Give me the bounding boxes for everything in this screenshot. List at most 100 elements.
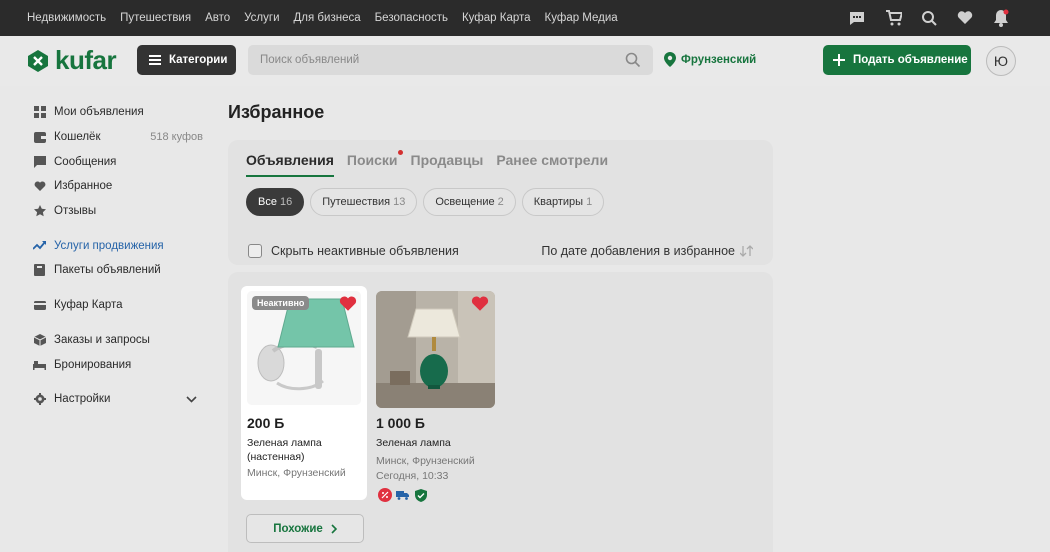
chip-lighting[interactable]: Освещение 2 (423, 188, 516, 216)
chip-apartments[interactable]: Квартиры 1 (521, 188, 605, 216)
sidebar-item-favorites[interactable]: Избранное (33, 174, 203, 199)
chip-count: 2 (497, 196, 504, 208)
inactive-badge: Неактивно (252, 296, 310, 310)
sidebar-item-wallet[interactable]: Кошелёк 518 куфов (33, 125, 203, 150)
location-pin-icon (664, 52, 676, 67)
sidebar-item-settings[interactable]: Настройки (33, 387, 203, 412)
tab-recently-viewed[interactable]: Ранее смотрели (496, 152, 608, 177)
chevron-right-icon (331, 523, 337, 534)
tab-ads[interactable]: Объявления (246, 152, 334, 177)
region-label: Фрунзенский (681, 53, 757, 66)
menu-icon (149, 55, 161, 65)
chip-count: 13 (393, 196, 406, 208)
sidebar-item-messages[interactable]: Сообщения (33, 149, 203, 174)
heart-icon (33, 180, 46, 193)
topnav-link-business[interactable]: Для бизнеса (294, 12, 361, 24)
avatar[interactable]: Ю (986, 46, 1016, 76)
sidebar-item-label: Заказы и запросы (54, 333, 150, 346)
topnav-link-realty[interactable]: Недвижимость (27, 12, 106, 24)
cart-icon[interactable] (884, 9, 902, 27)
sidebar-item-label: Кошелёк (54, 131, 101, 144)
chip-all[interactable]: Все 16 (246, 188, 305, 216)
chip-travel[interactable]: Путешествия 13 (310, 188, 418, 216)
listing-tags (378, 488, 428, 502)
hide-inactive-label: Скрыть неактивные объявления (271, 244, 459, 258)
favorites-tabs: Объявления Поиски Продавцы Ранее смотрел… (246, 150, 621, 177)
sort-selector[interactable]: По дате добавления в избранное (541, 244, 753, 258)
verified-shield-icon (414, 488, 428, 502)
star-icon (33, 205, 46, 218)
sidebar-item-label: Сообщения (54, 155, 117, 168)
similar-label: Похожие (273, 522, 323, 535)
discount-icon (378, 488, 392, 502)
listing-location: Минск, Фрунзенский (376, 455, 475, 467)
plus-icon (833, 54, 845, 66)
chip-label: Квартиры (533, 196, 584, 208)
tab-sellers[interactable]: Продавцы (411, 152, 484, 177)
sidebar-item-packages[interactable]: Пакеты объявлений (33, 258, 203, 283)
sidebar-item-my-ads[interactable]: Мои объявления (33, 100, 203, 125)
search-input[interactable] (260, 54, 620, 66)
tab-searches-label: Поиски (346, 152, 398, 168)
topnav-link-auto[interactable]: Авто (205, 12, 230, 24)
sidebar-item-label: Отзывы (54, 205, 97, 218)
favorite-heart-icon[interactable] (471, 295, 489, 313)
categories-label: Категории (169, 54, 228, 66)
card-icon (33, 299, 46, 312)
sidebar-item-reviews[interactable]: Отзывы (33, 199, 203, 224)
topnav-link-kufar-media[interactable]: Куфар Медиа (545, 12, 618, 24)
message-icon (33, 155, 46, 168)
search-history-icon[interactable] (920, 9, 938, 27)
page-title: Избранное (228, 102, 325, 122)
sidebar-item-promotion[interactable]: Услуги продвижения (33, 233, 203, 258)
topnav-link-travel[interactable]: Путешествия (120, 12, 191, 24)
kufar-logo[interactable]: kufar (26, 45, 117, 76)
sidebar-item-orders[interactable]: Заказы и запросы (33, 328, 203, 353)
search-icon[interactable] (625, 52, 641, 68)
sort-label: По дате добавления в избранное (541, 244, 735, 258)
heart-icon[interactable] (956, 9, 974, 27)
sidebar-item-label: Куфар Карта (54, 299, 123, 312)
listing-card[interactable]: Неактивно 200 Б Зеленая лампа (настенная… (241, 286, 367, 500)
filter-row: Скрыть неактивные объявления По дате доб… (248, 244, 753, 258)
wallet-balance: 518 куфов (150, 131, 203, 144)
sidebar-item-label: Пакеты объявлений (54, 264, 161, 277)
gear-icon (33, 393, 46, 406)
search-bar (248, 45, 653, 75)
trend-icon (33, 239, 46, 252)
sidebar-item-kufar-card[interactable]: Куфар Карта (33, 293, 203, 318)
region-selector[interactable]: Фрунзенский (664, 52, 756, 67)
header: kufar Категории Фрунзенский Подать объяв… (0, 36, 1050, 86)
post-ad-button[interactable]: Подать объявление (823, 45, 971, 75)
kufar-logo-icon (28, 49, 48, 72)
sidebar-item-label: Настройки (54, 393, 111, 406)
bell-icon[interactable] (992, 9, 1010, 27)
listing-title: Зеленая лампа (376, 437, 451, 449)
similar-button[interactable]: Похожие (246, 514, 364, 543)
topnav-link-safety[interactable]: Безопасность (375, 12, 448, 24)
top-navigation: Недвижимость Путешествия Авто Услуги Для… (0, 0, 1050, 36)
sidebar-item-label: Избранное (54, 180, 113, 193)
chip-count: 16 (279, 196, 293, 208)
tab-searches[interactable]: Поиски (346, 150, 403, 177)
listing-location: Минск, Фрунзенский (247, 467, 346, 479)
topnav-link-services[interactable]: Услуги (244, 12, 279, 24)
favorites-filter-panel: Объявления Поиски Продавцы Ранее смотрел… (228, 140, 773, 265)
sidebar-item-label: Бронирования (54, 358, 132, 371)
sidebar-item-bookings[interactable]: Бронирования (33, 352, 203, 377)
listing-title-line2: (настенная) (247, 451, 305, 463)
chevron-down-icon[interactable] (186, 396, 197, 403)
category-chips: Все 16 Путешествия 13 Освещение 2 Квартиры 1 (246, 188, 605, 216)
listing-title: Зеленая лампа (247, 437, 322, 449)
sort-icon (740, 245, 753, 257)
grid-icon (33, 106, 46, 119)
chip-label: Освещение (435, 196, 495, 208)
categories-button[interactable]: Категории (137, 45, 236, 75)
listing-date: Сегодня, 10:33 (376, 470, 449, 482)
bed-icon (33, 358, 46, 371)
sidebar-item-label: Мои объявления (54, 106, 144, 119)
favorite-heart-icon[interactable] (339, 295, 357, 313)
chat-icon[interactable] (848, 9, 866, 27)
hide-inactive-checkbox[interactable] (248, 244, 262, 258)
topnav-link-kufar-map[interactable]: Куфар Карта (462, 12, 531, 24)
